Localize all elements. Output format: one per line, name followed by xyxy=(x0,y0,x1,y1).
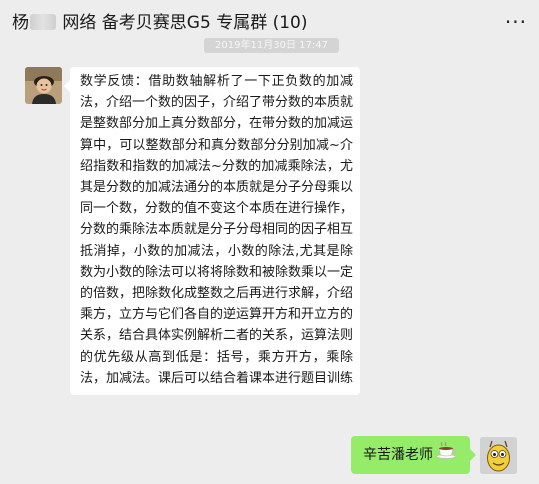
chat-title-prefix: 杨 xyxy=(12,13,29,33)
chat-title-bar: 杨 网络 备考贝赛思G5 专属群 (10) ··· xyxy=(0,0,539,42)
chat-title-suffix: 网络 备考贝赛思G5 专属群 (10) xyxy=(62,13,308,33)
message-timestamp: 2019年11月30日 17:47 xyxy=(204,38,339,53)
coffee-icon xyxy=(436,436,458,474)
message-bubble-reply[interactable]: 辛苦潘老师 xyxy=(351,436,476,474)
chat-title: 杨 网络 备考贝赛思G5 专属群 (10) xyxy=(12,8,308,33)
message-bubble-feedback[interactable]: 数学反馈：借助数轴解析了一下正负数的加减法，介绍一个数的因子，介绍了带分数的本质… xyxy=(64,67,360,396)
redacted-name xyxy=(30,14,56,30)
avatar-cartoon[interactable] xyxy=(480,437,517,474)
avatar-child-photo[interactable] xyxy=(25,67,62,104)
more-dots-icon[interactable]: ··· xyxy=(505,10,527,34)
message-text: 数学反馈：借助数轴解析了一下正负数的加减法，介绍一个数的因子，介绍了带分数的本质… xyxy=(80,74,354,386)
message-text: 辛苦潘老师 xyxy=(363,447,433,463)
